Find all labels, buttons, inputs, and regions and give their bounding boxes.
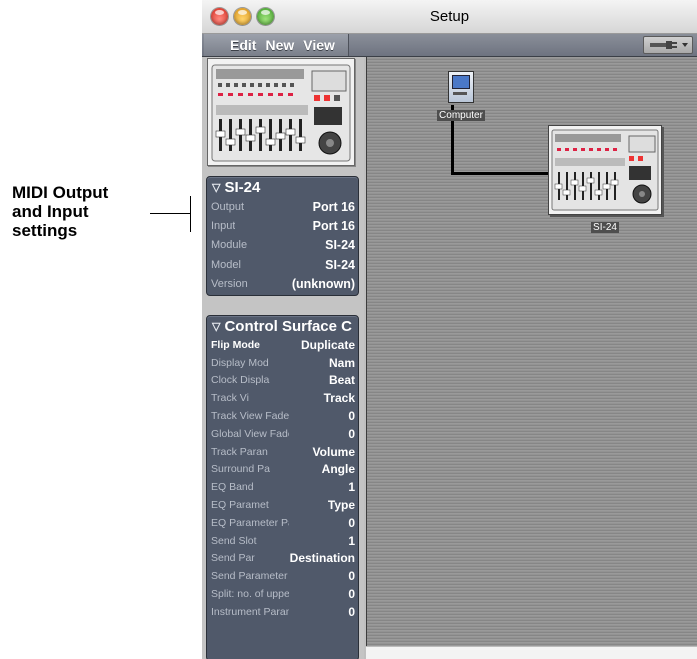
setup-canvas[interactable]: Computer SI-24 xyxy=(366,57,697,646)
cs-row[interactable]: Send Slot 1 xyxy=(207,532,358,550)
setting-label: Send Parameter Page xyxy=(211,570,289,583)
control-panel-header[interactable]: ▽ Control Surface C xyxy=(207,316,358,336)
setting-value[interactable]: 0 xyxy=(348,516,355,530)
connection-menu-button[interactable] xyxy=(643,36,693,54)
cs-row[interactable]: Split: no. of upper p 0 xyxy=(207,585,358,603)
mixer-device-icon xyxy=(211,64,351,162)
device-panel-header[interactable]: ▽ SI-24 xyxy=(207,177,358,197)
setting-label: Display Mod xyxy=(211,356,269,369)
setting-value[interactable]: SI-24 xyxy=(325,258,355,272)
cs-row[interactable]: Surround Pa Angle xyxy=(207,461,358,479)
setting-value[interactable]: Beat xyxy=(329,373,355,387)
setting-value[interactable]: Track xyxy=(324,391,355,405)
setting-value[interactable]: 0 xyxy=(348,605,355,619)
setting-value[interactable]: Port 16 xyxy=(313,219,355,233)
node-label: Computer xyxy=(437,110,485,121)
setting-label: Model xyxy=(211,258,241,271)
setting-value[interactable]: SI-24 xyxy=(325,238,355,252)
setting-label: Track Paran xyxy=(211,445,268,458)
setting-value[interactable]: 0 xyxy=(348,427,355,441)
cs-row[interactable]: Track Vi Track xyxy=(207,389,358,407)
device-settings-panel: ▽ SI-24 Output Port 16 Input Port 16 Mod… xyxy=(206,176,359,296)
menu-edit[interactable]: Edit xyxy=(204,37,261,53)
cs-row[interactable]: Instrument Paramet 0 xyxy=(207,603,358,621)
setting-value[interactable]: 1 xyxy=(348,480,355,494)
cs-row[interactable]: EQ Paramet Type xyxy=(207,496,358,514)
status-strip xyxy=(366,646,697,659)
setting-row-output[interactable]: Output Port 16 xyxy=(207,197,358,216)
cs-row[interactable]: Track View Fader Ba 0 xyxy=(207,407,358,425)
node-label: SI-24 xyxy=(591,222,619,233)
annotation-callout: MIDI Output and Input settings xyxy=(12,183,152,240)
cs-row[interactable]: EQ Parameter Page 0 xyxy=(207,514,358,532)
menu-new[interactable]: New xyxy=(261,37,299,53)
disclosure-triangle-icon[interactable]: ▽ xyxy=(212,320,220,333)
inspector-sidebar: ▽ SI-24 Output Port 16 Input Port 16 Mod… xyxy=(202,57,364,659)
device-thumbnail xyxy=(207,58,355,166)
setting-label: EQ Parameter Page xyxy=(211,516,289,529)
cs-row[interactable]: Flip Mode Duplicate xyxy=(207,336,358,354)
setting-label: Split: no. of upper p xyxy=(211,588,289,601)
si24-node[interactable]: SI-24 xyxy=(547,125,663,234)
setting-label: Send Slot xyxy=(211,534,257,547)
setting-value[interactable]: Duplicate xyxy=(301,338,355,352)
setting-label: Track Vi xyxy=(211,392,249,405)
menu-bar: Edit New View xyxy=(202,34,697,57)
control-panel-title: Control Surface C xyxy=(224,317,352,335)
device-panel-title: SI-24 xyxy=(224,178,261,196)
cs-row[interactable]: Global View Fader B 0 xyxy=(207,425,358,443)
title-bar[interactable]: Setup xyxy=(202,0,697,34)
setting-label: EQ Paramet xyxy=(211,499,269,512)
menu-view[interactable]: View xyxy=(299,37,340,53)
setting-label: Global View Fader B xyxy=(211,427,289,440)
setting-row-version: Version (unknown) xyxy=(207,274,358,293)
setting-value[interactable]: Angle xyxy=(322,462,355,476)
setting-value[interactable]: Port 16 xyxy=(313,200,355,214)
setting-row-input[interactable]: Input Port 16 xyxy=(207,216,358,235)
control-surface-panel: ▽ Control Surface C Flip Mode Duplicate D… xyxy=(206,315,359,659)
setting-label: Version xyxy=(211,277,248,290)
setting-value[interactable]: 0 xyxy=(348,587,355,601)
cs-row[interactable]: EQ Band 1 xyxy=(207,478,358,496)
computer-node[interactable]: Computer xyxy=(436,71,486,122)
setting-value: (unknown) xyxy=(291,276,355,291)
setting-value[interactable]: Nam xyxy=(329,356,355,370)
cs-row[interactable]: Send Par Destination xyxy=(207,550,358,568)
cs-row[interactable]: Display Mod Nam xyxy=(207,354,358,372)
annotation-line-3: settings xyxy=(12,221,78,240)
setting-row-module[interactable]: Module SI-24 xyxy=(207,236,358,255)
midi-cable xyxy=(451,172,551,175)
cs-row[interactable]: Send Parameter Page 0 xyxy=(207,567,358,585)
setting-label: Module xyxy=(211,239,248,252)
setting-value[interactable]: 1 xyxy=(348,534,355,548)
setting-label: Instrument Paramet xyxy=(211,605,289,618)
computer-icon xyxy=(448,71,474,103)
callout-leader-line xyxy=(150,213,190,214)
setting-label: Flip Mode xyxy=(211,338,260,351)
callout-bracket xyxy=(190,196,191,232)
setting-value[interactable]: Type xyxy=(328,498,355,512)
setting-label: Send Par xyxy=(211,552,255,565)
setting-label: Output xyxy=(211,200,245,213)
setting-label: Input xyxy=(211,219,236,232)
setting-label: Clock Displa xyxy=(211,374,270,387)
annotation-line-1: MIDI Output xyxy=(12,183,109,202)
annotation-line-2: and Input xyxy=(12,202,89,221)
setting-label: Track View Fader Ba xyxy=(211,410,289,423)
cs-row[interactable]: Track Paran Volume xyxy=(207,443,358,461)
setting-value[interactable]: Volume xyxy=(313,445,355,459)
window-title: Setup xyxy=(429,8,470,25)
disclosure-triangle-icon[interactable]: ▽ xyxy=(212,181,220,194)
setting-label: Surround Pa xyxy=(211,463,270,476)
mixer-device-icon xyxy=(548,125,662,215)
cs-row[interactable]: Clock Displa Beat xyxy=(207,372,358,390)
setting-row-model[interactable]: Model SI-24 xyxy=(207,255,358,274)
setup-window: Setup Edit New View ▽ SI-24 Output Port … xyxy=(202,0,697,659)
menu-group: Edit New View xyxy=(204,34,349,56)
plug-icon xyxy=(650,41,688,49)
setting-label: EQ Band xyxy=(211,481,254,494)
setting-value[interactable]: 0 xyxy=(348,569,355,583)
setting-value[interactable]: 0 xyxy=(348,409,355,423)
setting-value[interactable]: Destination xyxy=(290,551,355,565)
